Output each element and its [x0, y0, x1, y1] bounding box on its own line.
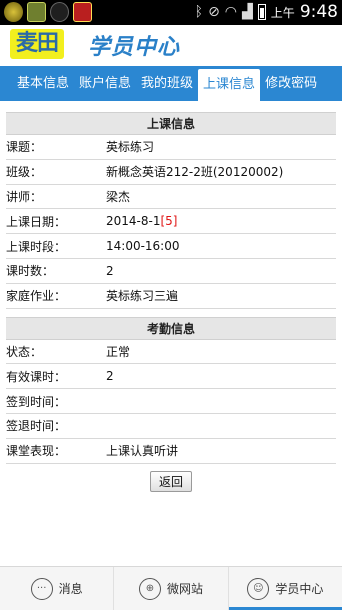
chat-bubble-icon: ···: [30, 577, 53, 600]
globe-icon: ⊕: [138, 577, 161, 600]
field-label: 有效课时：: [6, 369, 67, 384]
nav-label: 消息: [58, 582, 83, 596]
mute-icon: ⊘: [208, 4, 220, 20]
wifi-icon: ◠: [224, 4, 238, 20]
field-value: 梁杰: [106, 189, 131, 204]
table-row: 课堂表现： 上课认真听讲: [6, 439, 336, 464]
field-label: 讲师：: [6, 189, 43, 204]
field-value: 2: [106, 369, 114, 384]
table-row: 签到时间：: [6, 389, 336, 414]
table-row: 班级： 新概念英语212-2班(20120002): [6, 160, 336, 185]
table-row: 讲师： 梁杰: [6, 185, 336, 210]
app-notification-icon: [4, 2, 23, 22]
field-value: 14:00-16:00: [106, 239, 180, 254]
section-heading: 考勤信息: [6, 316, 336, 340]
bottom-nav: ··· 消息 ⊕ 微网站 ☺ 学员中心: [0, 566, 342, 610]
field-value: 2: [106, 263, 114, 278]
status-bar: ᛒ ⊘ ◠ ▟ 上午 9:48: [0, 0, 342, 25]
logo: 麦田: [10, 29, 64, 59]
status-clock: 9:48: [299, 2, 338, 22]
field-value: 新概念英语212-2班(20120002): [106, 165, 284, 180]
field-label: 签退时间：: [6, 419, 67, 434]
table-row: 家庭作业： 英标练习三遍: [6, 284, 336, 309]
page-title: 学员中心: [88, 35, 181, 60]
field-label: 课题：: [6, 140, 43, 155]
field-value: 上课认真听讲: [106, 444, 179, 459]
table-row: 课题： 英标练习: [6, 135, 336, 160]
field-label: 上课时段：: [6, 239, 67, 254]
nav-label: 学员中心: [275, 582, 324, 596]
field-label: 班级：: [6, 165, 43, 180]
table-row: 签退时间：: [6, 414, 336, 439]
notification-icons: [4, 2, 92, 22]
back-button[interactable]: 返回: [149, 470, 192, 492]
tab-change-password[interactable]: 修改密码: [260, 66, 322, 101]
user-icon: ☺: [247, 577, 270, 600]
field-label: 课堂表现：: [6, 444, 67, 459]
class-date: 2014-8-1: [106, 214, 161, 229]
field-label: 家庭作业：: [6, 289, 67, 304]
tab-my-class[interactable]: 我的班级: [136, 66, 198, 101]
tab-account-info[interactable]: 账户信息: [74, 66, 136, 101]
nav-student-center[interactable]: ☺ 学员中心: [228, 567, 342, 610]
section-heading: 上课信息: [6, 112, 336, 135]
table-row: 状态： 正常: [6, 340, 336, 365]
app-header: 麦田 学员中心: [0, 25, 342, 65]
tab-class-info[interactable]: 上课信息: [198, 69, 261, 101]
field-label: 课时数：: [6, 264, 55, 279]
class-info-panel: 上课信息 课题： 英标练习 班级： 新概念英语212-2班(20120002) …: [6, 112, 336, 492]
status-indicators: ᛒ ⊘ ◠ ▟ 上午 9:48: [195, 2, 338, 22]
table-row: 有效课时： 2: [6, 364, 336, 390]
bluetooth-icon: ᛒ: [194, 4, 204, 20]
table-row: 课时数： 2: [6, 259, 336, 284]
table-row: 上课时段： 14:00-16:00: [6, 234, 336, 259]
tab-basic-info[interactable]: 基本信息: [12, 66, 74, 101]
nav-label: 微网站: [166, 582, 203, 596]
app-notification-icon: [73, 2, 92, 22]
battery-icon: [257, 4, 266, 20]
field-value: 英标练习三遍: [106, 289, 179, 304]
signal-icon: ▟: [242, 4, 253, 20]
nav-messages[interactable]: ··· 消息: [0, 567, 115, 610]
qq-icon: [50, 2, 69, 22]
tab-bar: 基本信息 账户信息 我的班级 上课信息 修改密码: [0, 66, 342, 101]
field-label: 签到时间：: [6, 394, 67, 409]
field-label: 上课日期：: [6, 214, 67, 229]
week-number-badge: [5]: [160, 214, 178, 229]
nav-microsite[interactable]: ⊕ 微网站: [114, 567, 229, 610]
field-value: 正常: [106, 344, 131, 359]
field-label: 状态：: [6, 344, 43, 359]
field-value: 2014-8-1[5]: [106, 214, 336, 228]
field-value: 英标练习: [106, 140, 155, 155]
status-ampm: 上午: [270, 5, 295, 20]
table-row: 上课日期： 2014-8-1[5]: [6, 209, 336, 235]
app-notification-icon: [27, 2, 46, 22]
